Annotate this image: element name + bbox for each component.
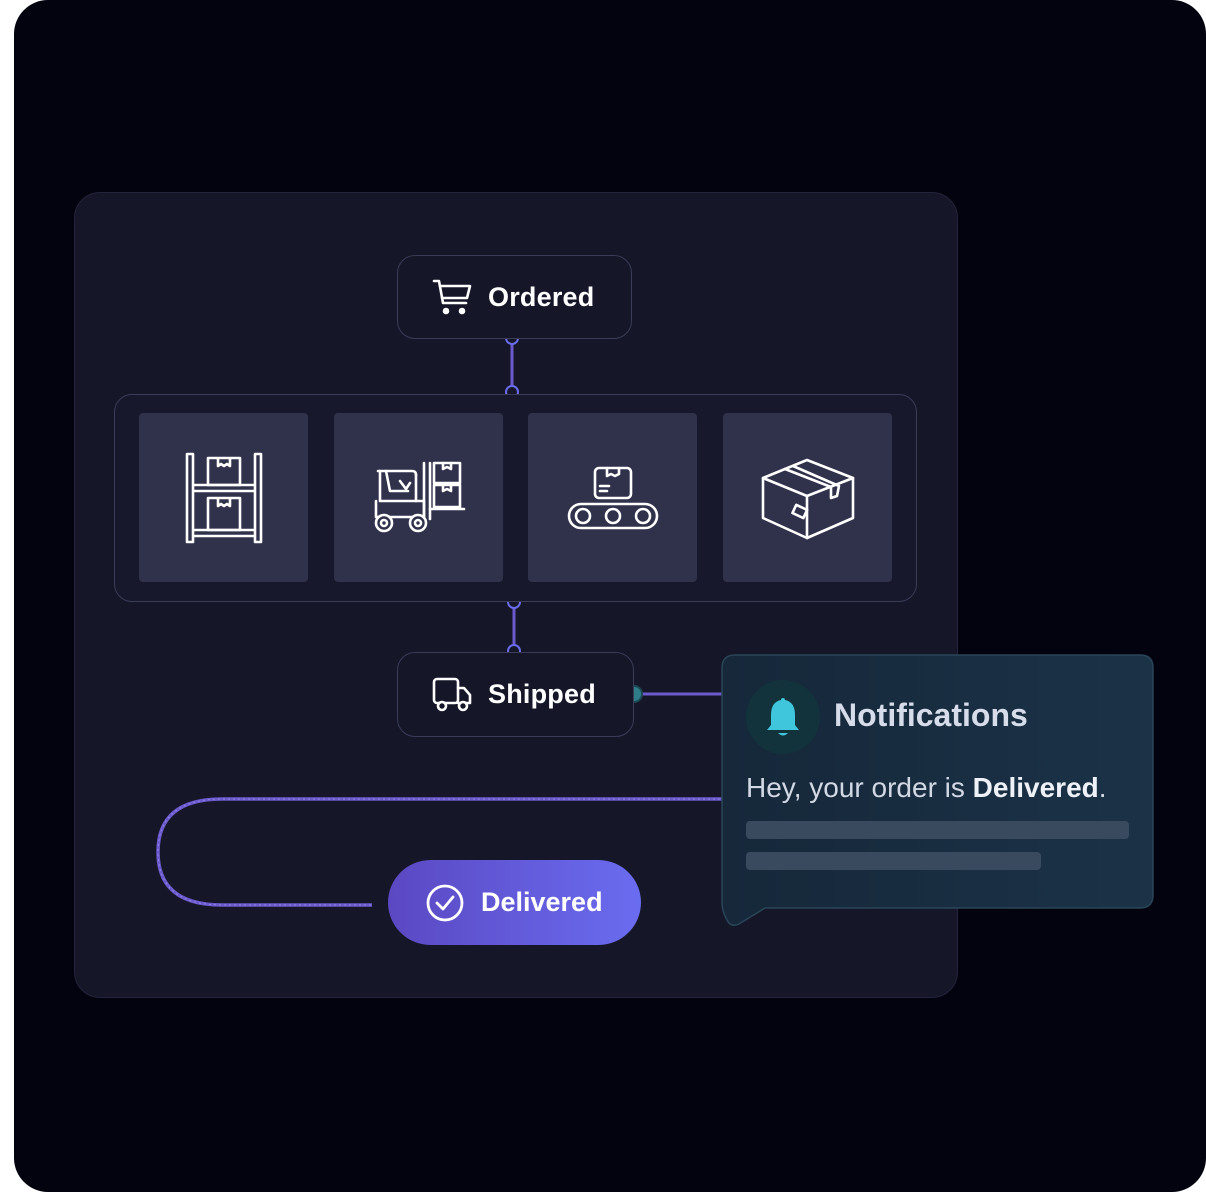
step-shipped-label: Shipped <box>488 679 596 709</box>
step-delivered-label: Delivered <box>481 887 603 917</box>
step-ordered: Ordered <box>397 255 632 339</box>
warehouse-shelves-icon <box>184 452 264 544</box>
package-box-icon <box>761 456 855 540</box>
shopping-cart-icon <box>432 278 472 316</box>
bell-icon <box>764 695 802 739</box>
stage-conveyor-tile <box>528 413 697 582</box>
forklift-icon <box>372 461 466 535</box>
notification-message: Hey, your order is Delivered. <box>746 772 1107 804</box>
notification-message-suffix: . <box>1098 772 1107 803</box>
notification-message-prefix: Hey, your order is <box>746 772 973 803</box>
check-circle-icon <box>425 883 465 923</box>
notification-message-status: Delivered <box>972 772 1099 803</box>
notification-avatar <box>746 680 820 754</box>
notification-card: Notifications Hey, your order is Deliver… <box>721 654 1154 927</box>
step-delivered: Delivered <box>388 860 641 945</box>
stage-package-tile <box>723 413 892 582</box>
stage-warehouse-tile <box>139 413 308 582</box>
notification-placeholder-line <box>746 821 1129 839</box>
notification-placeholder-line <box>746 852 1041 870</box>
notification-title: Notifications <box>834 697 1028 733</box>
delivery-truck-icon <box>432 677 472 713</box>
step-shipped: Shipped <box>397 652 634 737</box>
stage-forklift-tile <box>334 413 503 582</box>
conveyor-belt-icon <box>567 466 659 530</box>
step-ordered-label: Ordered <box>488 281 595 312</box>
